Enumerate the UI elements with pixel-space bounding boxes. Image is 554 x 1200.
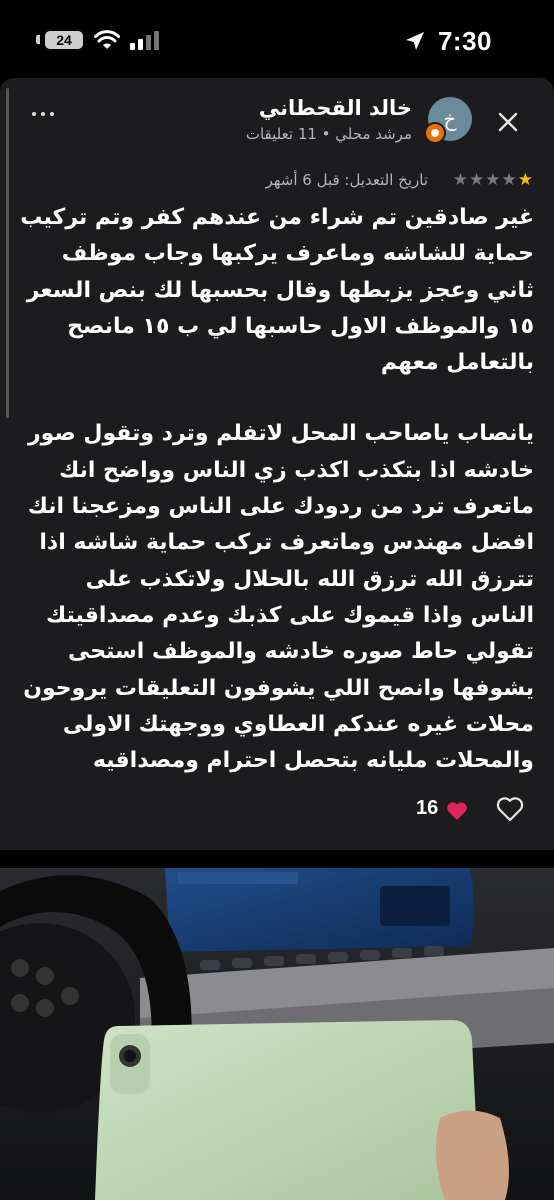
local-guide-badge bbox=[424, 122, 446, 144]
review-paragraph-2: يانصاب ياصاحب المحل لاتفلم وترد وتقول صو… bbox=[23, 421, 534, 774]
star-empty-icon: ★★★★ bbox=[452, 170, 518, 190]
author-meta: مرشد محلي • 11 تعليقات bbox=[245, 125, 412, 143]
location-arrow-icon bbox=[406, 32, 424, 50]
battery-icon: 24 bbox=[45, 31, 83, 49]
wifi-icon bbox=[94, 30, 120, 49]
edit-date: تاريخ التعديل: قبل 6 أشهر bbox=[265, 171, 428, 189]
star-filled-icon: ★ bbox=[517, 170, 534, 190]
like-count: 16 bbox=[416, 797, 439, 819]
review-photo[interactable] bbox=[0, 868, 554, 1200]
signal-icon bbox=[130, 31, 159, 50]
heart-emoji-icon bbox=[447, 802, 467, 820]
more-icon[interactable] bbox=[32, 112, 56, 126]
status-time: 7:30 bbox=[437, 26, 492, 56]
close-icon[interactable] bbox=[496, 110, 520, 134]
star-rating: ★★★★★ bbox=[453, 170, 534, 190]
review-paragraph-1: غير صادقين تم شراء من عندهم كفر وتم تركي… bbox=[20, 205, 534, 376]
review-text: غير صادقين تم شراء من عندهم كفر وتم تركي… bbox=[18, 200, 534, 779]
scroll-indicator[interactable] bbox=[6, 88, 9, 418]
like-heart-icon[interactable] bbox=[496, 796, 524, 822]
author-name[interactable]: خالد القحطاني bbox=[259, 96, 412, 120]
battery-tip bbox=[36, 35, 40, 44]
status-bar: 24 7:30 bbox=[0, 0, 554, 78]
